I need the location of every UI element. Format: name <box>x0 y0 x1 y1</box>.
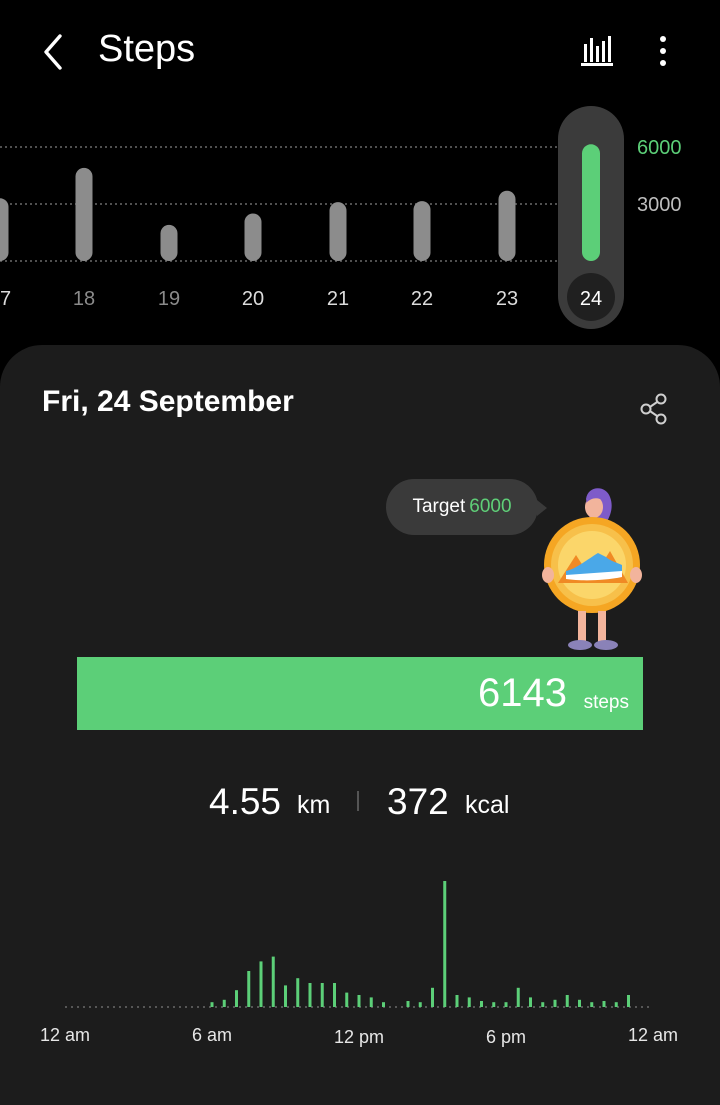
bar-day-18 <box>75 167 93 261</box>
hourly-steps-chart[interactable]: 12 am 6 am 12 pm 6 pm 12 am <box>0 845 720 1065</box>
day-detail-card: Fri, 24 September Target 6000 6143 steps… <box>0 345 720 1105</box>
hourly-bar <box>247 971 251 1007</box>
hourly-bar <box>296 978 300 1007</box>
activity-stats: 4.55 km 372 kcal <box>0 781 720 831</box>
app-bar: Steps <box>0 0 720 100</box>
x-tick-label: 18 <box>73 288 95 310</box>
x-tick-label: 17 <box>0 288 11 310</box>
hourly-bar <box>590 1002 594 1007</box>
hourly-bar <box>614 1002 618 1007</box>
back-button[interactable] <box>36 30 76 74</box>
hourly-bar <box>284 985 287 1007</box>
hourly-bar <box>553 999 557 1007</box>
stats-divider <box>357 791 359 811</box>
hourly-chart-svg: 12 am 6 am 12 pm 6 pm 12 am <box>40 881 678 1047</box>
hourly-bar <box>565 995 569 1007</box>
chevron-left-icon <box>44 34 62 70</box>
hourly-bar <box>467 997 471 1007</box>
x-tick-label: 6 pm <box>486 1027 526 1047</box>
steps-progress-bar: 6143 steps <box>77 657 643 730</box>
weekly-steps-chart[interactable]: 6000 3000 17 18 19 20 21 22 23 24 <box>0 100 720 345</box>
steps-unit: steps <box>583 692 629 713</box>
hourly-bar <box>222 999 226 1007</box>
bar-day-20 <box>244 213 262 261</box>
more-vertical-icon <box>660 36 666 66</box>
x-tick-label: 24 <box>580 288 602 310</box>
weekly-chart-svg: 6000 3000 17 18 19 20 21 22 23 24 <box>0 106 682 329</box>
calories-unit: kcal <box>465 791 510 819</box>
hourly-bar <box>308 983 312 1007</box>
bar-day-23 <box>498 190 516 261</box>
hourly-bar <box>271 956 275 1007</box>
x-tick-label: 12 am <box>628 1025 678 1045</box>
bar-day-17 <box>0 198 9 261</box>
bar-day-19 <box>160 224 178 261</box>
x-tick-label: 21 <box>327 288 349 310</box>
y-tick-label: 3000 <box>637 194 682 216</box>
page-title: Steps <box>98 28 196 70</box>
hourly-bar <box>382 1002 385 1007</box>
x-tick-label: 12 pm <box>334 1027 384 1047</box>
hourly-bar <box>516 987 520 1007</box>
target-bubble: Target 6000 <box>386 479 547 535</box>
share-icon <box>640 393 667 425</box>
x-tick-label: 6 am <box>192 1025 232 1045</box>
hourly-bar <box>492 1002 496 1007</box>
hourly-bar <box>443 881 447 1007</box>
hourly-bar <box>357 995 361 1007</box>
bar-day-21 <box>329 202 347 261</box>
hourly-bar <box>369 997 373 1007</box>
chart-view-button[interactable] <box>578 32 616 70</box>
selected-date: Fri, 24 September <box>42 385 294 418</box>
hourly-bar <box>418 1002 422 1007</box>
calories-value: 372 <box>387 781 449 822</box>
x-tick-label: 12 am <box>40 1025 90 1045</box>
x-tick-label: 20 <box>242 288 264 310</box>
hourly-bar <box>333 983 336 1007</box>
distance-unit: km <box>297 791 331 819</box>
x-tick-label: 23 <box>496 288 518 310</box>
hourly-bar <box>406 1001 410 1007</box>
hourly-bar <box>480 1001 483 1007</box>
hourly-bar <box>602 1001 606 1007</box>
hourly-bar <box>504 1002 508 1007</box>
target-value: 6000 <box>469 496 512 517</box>
hourly-bar <box>431 987 434 1007</box>
more-options-button[interactable] <box>650 32 676 70</box>
distance-value: 4.55 <box>209 781 282 822</box>
bar-day-24 <box>582 144 600 261</box>
hourly-bar <box>235 990 238 1007</box>
hourly-bar <box>345 992 349 1007</box>
hourly-bar <box>320 983 324 1007</box>
steps-count: 6143 <box>478 671 567 715</box>
hourly-bar <box>455 995 459 1007</box>
hourly-bar <box>529 997 532 1007</box>
share-button[interactable] <box>636 391 672 427</box>
bar-chart-icon <box>581 36 613 66</box>
x-tick-label: 19 <box>158 288 180 310</box>
runner-character-icon <box>536 483 648 653</box>
x-tick-label: 22 <box>411 288 433 310</box>
hourly-bar <box>541 1002 545 1007</box>
hourly-bar <box>627 995 630 1007</box>
hourly-bar <box>259 961 263 1007</box>
hourly-bar <box>578 999 581 1007</box>
y-tick-label: 6000 <box>637 137 682 159</box>
hourly-bar <box>210 1002 214 1007</box>
target-label: Target <box>412 496 466 517</box>
bar-day-22 <box>413 201 431 261</box>
